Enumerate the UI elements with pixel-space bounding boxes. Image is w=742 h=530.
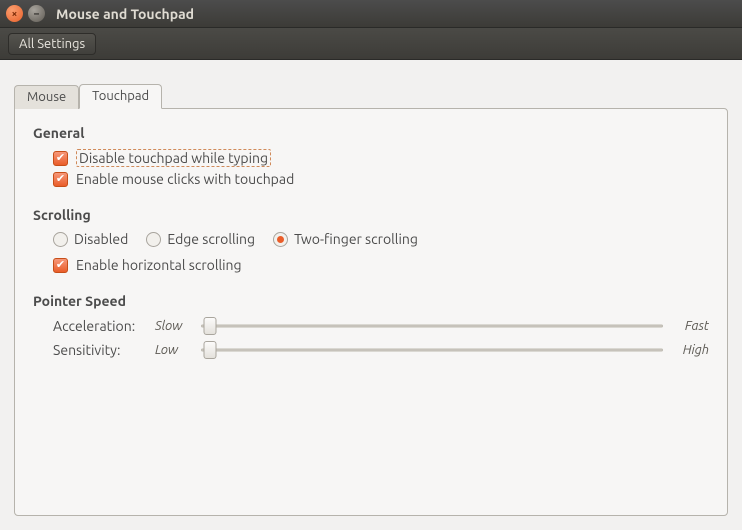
section-pointer-speed: Pointer Speed Acceleration: Slow Fast Se… [33,293,709,359]
acceleration-label: Acceleration: [53,318,149,334]
sensitivity-slider[interactable] [201,341,663,359]
label-enable-clicks: Enable mouse clicks with touchpad [76,171,294,187]
sensitivity-low: Low [155,343,195,357]
radio-edge[interactable] [146,232,161,247]
acceleration-high: Fast [669,319,709,333]
label-radio-edge: Edge scrolling [167,231,255,247]
sensitivity-high: High [669,343,709,357]
pointer-speed-title: Pointer Speed [33,293,709,309]
label-horizontal-scrolling: Enable horizontal scrolling [76,257,242,273]
touchpad-panel: General ✔ Disable touchpad while typing … [14,108,728,516]
radio-two-finger[interactable] [273,232,288,247]
checkbox-enable-clicks[interactable]: ✔ [53,172,68,187]
section-general: General ✔ Disable touchpad while typing … [33,125,709,187]
checkbox-horizontal-scrolling[interactable]: ✔ [53,258,68,273]
sensitivity-thumb[interactable] [204,341,217,359]
general-title: General [33,125,709,141]
toolbar: All Settings [0,28,742,60]
scrolling-title: Scrolling [33,207,709,223]
tab-mouse[interactable]: Mouse [14,85,79,109]
acceleration-thumb[interactable] [204,317,217,335]
tab-row: Mouse Touchpad [14,82,728,108]
label-disable-while-typing: Disable touchpad while typing [76,149,271,167]
close-icon[interactable]: × [6,5,23,22]
checkbox-disable-while-typing[interactable]: ✔ [53,151,68,166]
sensitivity-label: Sensitivity: [53,342,149,358]
acceleration-low: Slow [155,319,195,333]
minimize-icon[interactable]: – [28,5,45,22]
label-radio-disabled: Disabled [74,231,128,247]
label-radio-two-finger: Two-finger scrolling [294,231,418,247]
all-settings-button[interactable]: All Settings [8,33,96,55]
acceleration-slider[interactable] [201,317,663,335]
radio-disabled[interactable] [53,232,68,247]
titlebar: × – Mouse and Touchpad [0,0,742,28]
section-scrolling: Scrolling Disabled Edge scrolling Two-fi… [33,207,709,273]
window-title: Mouse and Touchpad [56,6,194,22]
tab-touchpad[interactable]: Touchpad [79,84,162,109]
